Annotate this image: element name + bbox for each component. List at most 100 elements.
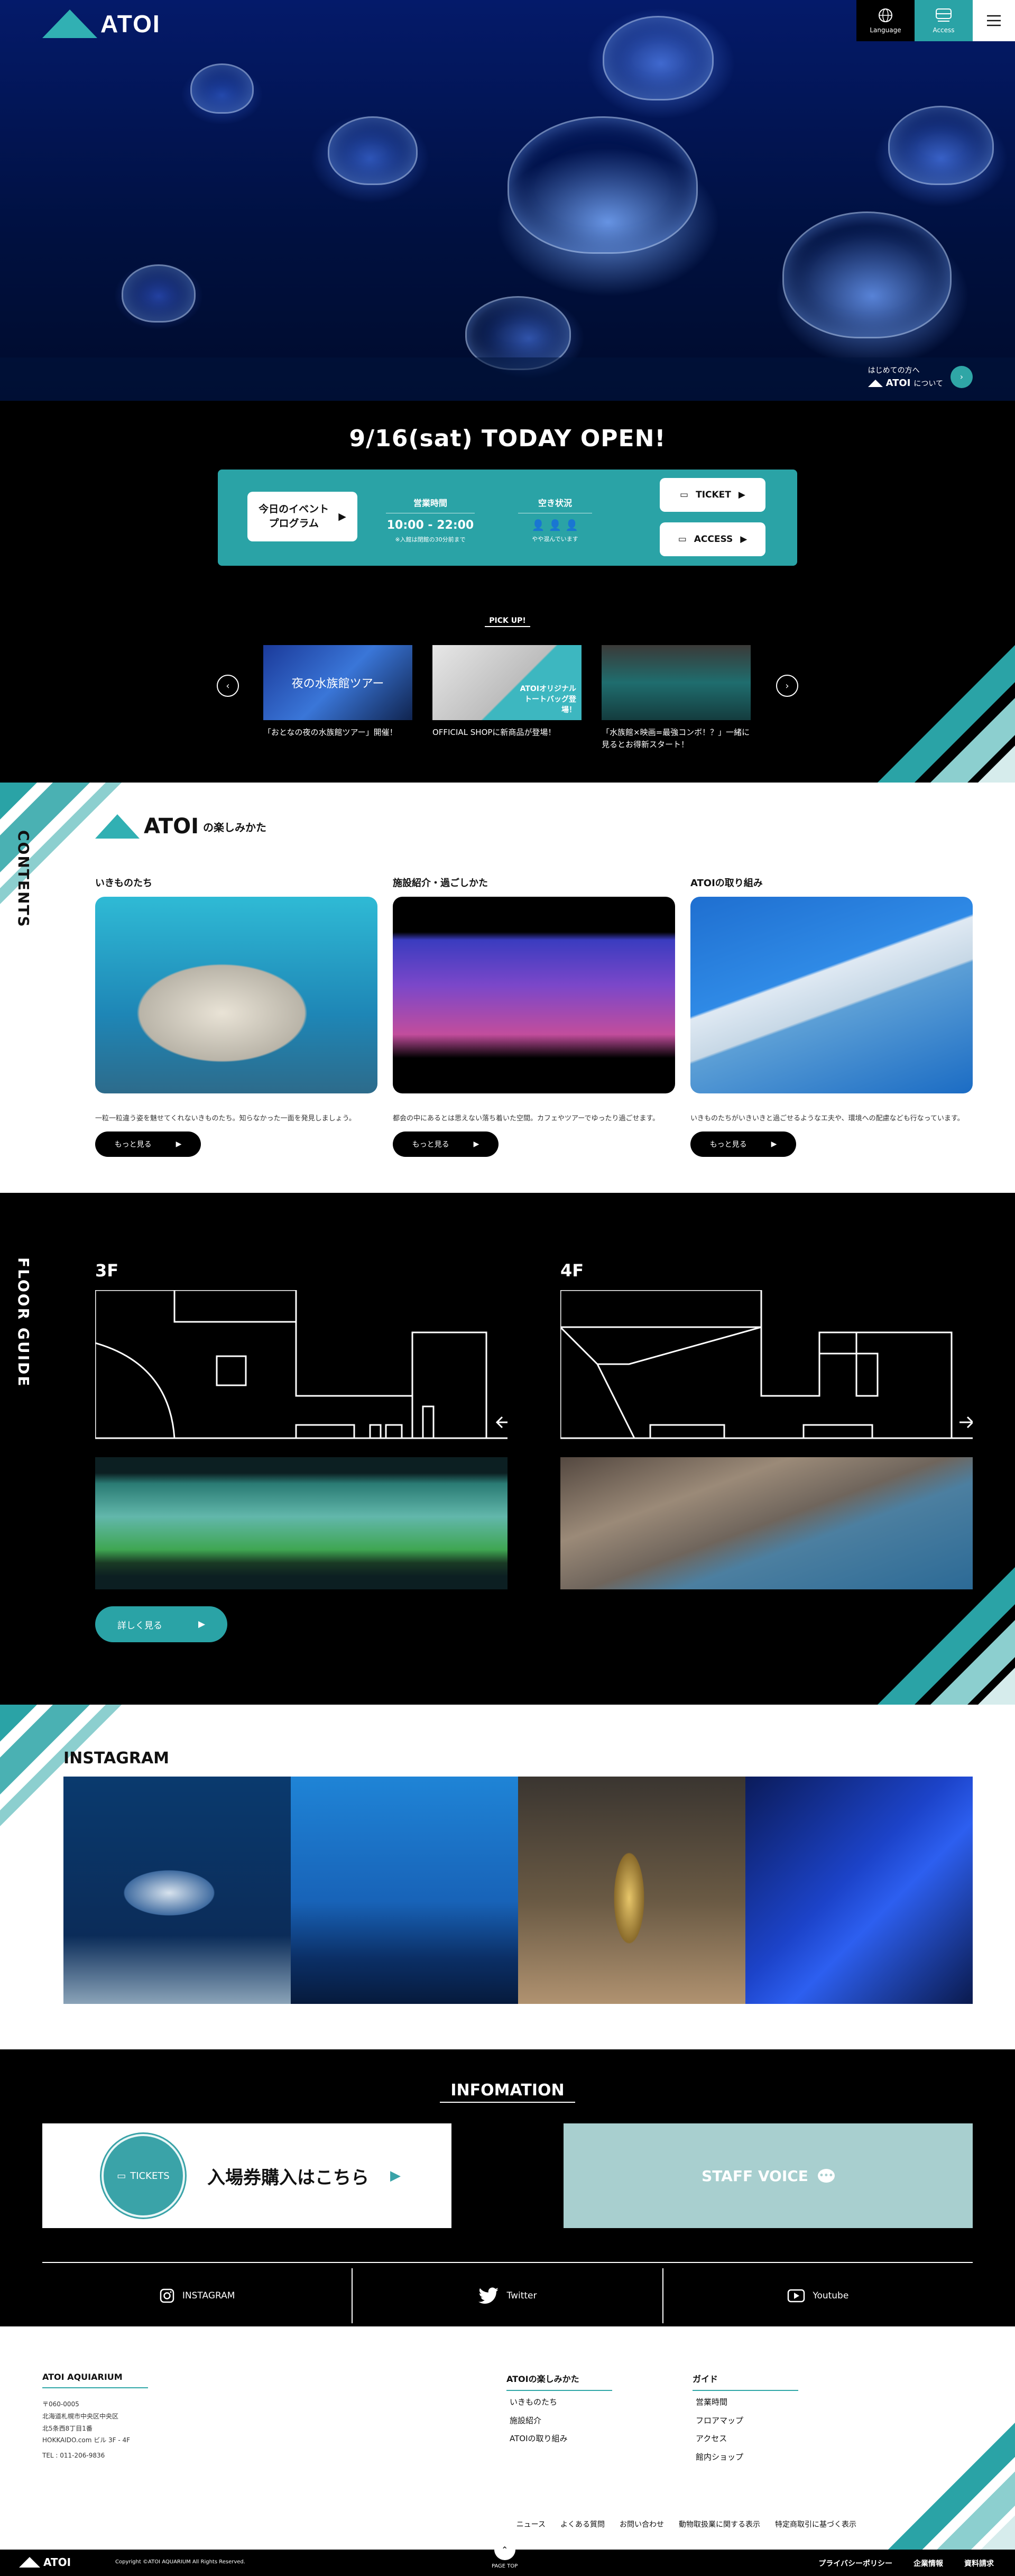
contents-title-logo: ATOI bbox=[144, 814, 199, 839]
logo-triangle-icon bbox=[868, 379, 883, 387]
footer-link[interactable]: 館内ショップ bbox=[696, 2448, 743, 2467]
footer-bottom-link[interactable]: よくある質問 bbox=[560, 2519, 605, 2529]
pickup-caption: OFFICIAL SHOPに新商品が登場！ bbox=[432, 728, 556, 737]
crowd-people-icon: 👤 👤 👤 bbox=[531, 519, 579, 531]
footer-bottom-link[interactable]: 動物取扱業に関する表示 bbox=[679, 2519, 760, 2529]
language-button[interactable]: Language bbox=[856, 0, 915, 41]
jellyfish-shape bbox=[190, 63, 254, 114]
pickup-image bbox=[602, 645, 751, 720]
footer-bottom-link[interactable]: お問い合わせ bbox=[620, 2519, 664, 2529]
floor-label-4f: 4F bbox=[560, 1261, 584, 1281]
ticket-icon: ▭ bbox=[117, 2170, 126, 2182]
legal-link[interactable]: 資料請求 bbox=[964, 2558, 994, 2569]
floor-guide-section: FLOOR GUIDE 3F 4F 詳しく見る ▶ bbox=[0, 1193, 1015, 1705]
footer-link[interactable]: 施設紹介 bbox=[510, 2412, 568, 2430]
logo-triangle-icon bbox=[95, 814, 140, 839]
pickup-next-button[interactable]: › bbox=[776, 675, 798, 697]
twitter-link[interactable]: Twitter bbox=[352, 2268, 662, 2323]
chevron-right-icon: › bbox=[785, 680, 789, 692]
footer-link[interactable]: アクセス bbox=[696, 2430, 743, 2448]
floor-label-3f: 3F bbox=[95, 1261, 119, 1281]
play-triangle-icon: ▶ bbox=[771, 1140, 777, 1148]
more-button[interactable]: もっと見る ▶ bbox=[393, 1131, 499, 1157]
hero-section: ATOI Language Access はじめての方へ ATOI について › bbox=[0, 0, 1015, 401]
pickup-label: PICK UP! bbox=[0, 615, 1015, 627]
ticket-label: TICKET bbox=[696, 490, 731, 500]
pickup-caption: 「水族館×映画=最強コンボ！？」一緒に見るとお得新スタート！ bbox=[602, 728, 750, 749]
play-triangle-icon: ▶ bbox=[198, 1619, 206, 1630]
card-text: いきものたちがいきいきと過ごせるようなエ夫や、環境への配慮なども行なっています。 bbox=[690, 1115, 964, 1123]
decorative-stripes bbox=[888, 2423, 1015, 2550]
legal-links: プライバシーポリシー 企業情報 資料請求 bbox=[818, 2558, 994, 2569]
floor-map-3f[interactable] bbox=[95, 1290, 508, 1443]
access-button[interactable]: Access bbox=[915, 0, 973, 41]
play-triangle-icon: ▶ bbox=[738, 490, 745, 500]
footer-bottom-link[interactable]: 特定商取引に基づく表示 bbox=[775, 2519, 856, 2529]
footer-bottom-link[interactable]: ニュース bbox=[516, 2519, 546, 2529]
legal-link[interactable]: プライバシーポリシー bbox=[818, 2558, 892, 2569]
footer-link[interactable]: フロアマップ bbox=[696, 2412, 743, 2430]
site-logo[interactable]: ATOI bbox=[42, 10, 161, 38]
jellyfish-shape bbox=[508, 116, 698, 254]
pickup-prev-button[interactable]: ‹ bbox=[217, 675, 239, 697]
page-top-button[interactable]: ⌃ PAGE TOP bbox=[492, 2539, 518, 2569]
contents-card-creatures: いきものたち 一粒一粒違う姿を魅せてくれないきものたち。知らなかった一面を発見し… bbox=[95, 876, 377, 1123]
event-program-button[interactable]: 今日のイベント プログラム ▶ bbox=[247, 492, 357, 541]
ticket-button[interactable]: ▭ TICKET ▶ bbox=[660, 478, 765, 512]
hamburger-icon bbox=[987, 15, 1001, 26]
copyright-text: Copyright ©ATOI AQUARIUM All Rights Rese… bbox=[115, 2559, 245, 2565]
language-label: Language bbox=[870, 26, 901, 34]
pickup-item[interactable]: 夜の水族館ツアー 「おとなの夜の水族館ツアー」開催！ bbox=[263, 645, 412, 739]
instagram-photo[interactable] bbox=[518, 1777, 745, 2004]
access-panel-button[interactable]: ▭ ACCESS ▶ bbox=[660, 522, 765, 556]
ticket-purchase-link[interactable]: ▭ TICKETS 入場券購入はこちら ▶ bbox=[42, 2123, 451, 2228]
seal-photo[interactable] bbox=[95, 897, 377, 1093]
floor-map-4f[interactable] bbox=[560, 1290, 973, 1443]
hours-value: 10:00 - 22:00 bbox=[386, 519, 474, 532]
information-section: INFOMATION ▭ TICKETS 入場券購入はこちら ▶ STAFF V… bbox=[0, 2049, 1015, 2326]
contents-title-suffix: の楽しみかた bbox=[203, 821, 267, 834]
floor-detail-button[interactable]: 詳しく見る ▶ bbox=[95, 1606, 227, 1642]
instagram-title: INSTAGRAM bbox=[63, 1749, 170, 1768]
instagram-link[interactable]: INSTAGRAM bbox=[42, 2268, 352, 2323]
instagram-photo[interactable] bbox=[63, 1777, 291, 2004]
footer-link[interactable]: いきものたち bbox=[510, 2393, 568, 2412]
jellyfish-shape bbox=[888, 106, 994, 185]
about-suffix: について bbox=[914, 379, 943, 388]
instagram-photo[interactable] bbox=[745, 1777, 973, 2004]
jellyfish-shape bbox=[122, 264, 196, 323]
instagram-photo[interactable] bbox=[291, 1777, 518, 2004]
play-triangle-icon: ▶ bbox=[473, 1140, 479, 1148]
play-triangle-icon: ▶ bbox=[176, 1140, 182, 1148]
contents-card-efforts: ATOIの取り組み いきものたちがいきいきと過ごせるようなエ夫や、環境への配慮な… bbox=[690, 876, 973, 1123]
floor-photo-3f[interactable] bbox=[95, 1457, 508, 1589]
footer-logo[interactable]: ATOI bbox=[19, 2556, 71, 2569]
pickup-image: 夜の水族館ツアー bbox=[263, 645, 412, 720]
play-triangle-icon: ▶ bbox=[740, 534, 748, 545]
more-button[interactable]: もっと見る ▶ bbox=[95, 1131, 201, 1157]
footer-link[interactable]: ATOIの取り組み bbox=[510, 2430, 568, 2448]
youtube-link[interactable]: Youtube bbox=[662, 2268, 973, 2323]
play-triangle-icon: ▶ bbox=[338, 510, 346, 522]
arrow-right-icon: › bbox=[951, 365, 973, 388]
menu-button[interactable] bbox=[973, 0, 1015, 41]
staff-voice-link[interactable]: STAFF VOICE ••• bbox=[564, 2123, 973, 2228]
today-title: 9/16(sat) TODAY OPEN! bbox=[349, 425, 666, 452]
tickets-badge: ▭ TICKETS bbox=[102, 2134, 185, 2218]
pickup-item[interactable]: 「水族館×映画=最強コンボ！？」一緒に見るとお得新スタート！ bbox=[602, 645, 751, 750]
hours-label: 営業時間 bbox=[386, 496, 475, 513]
legal-link[interactable]: 企業情報 bbox=[914, 2558, 943, 2569]
card-label: いきものたち bbox=[95, 878, 152, 889]
card-text: 都会の中にあるとは思えない落ち着いた空間。カフェやツアーでゆったり過ごせます。 bbox=[393, 1115, 660, 1123]
decorative-stripes bbox=[878, 645, 1015, 783]
aquarium-tunnel-photo[interactable] bbox=[393, 897, 675, 1093]
building-photo[interactable] bbox=[690, 897, 973, 1093]
more-button[interactable]: もっと見る ▶ bbox=[690, 1131, 796, 1157]
play-triangle-icon: ▶ bbox=[390, 2168, 401, 2184]
footer-col1-links: いきものたち 施設紹介 ATOIの取り組み bbox=[510, 2393, 568, 2448]
about-atoi-link[interactable]: はじめての方へ ATOI について › bbox=[868, 365, 973, 389]
pickup-item[interactable]: ATOIオリジナル トートバッグ登場！ OFFICIAL SHOPに新商品が登場… bbox=[432, 645, 582, 739]
footer-link[interactable]: 営業時間 bbox=[696, 2393, 743, 2412]
floor-guide-vertical-label: FLOOR GUIDE bbox=[15, 1257, 32, 1388]
social-links: INSTAGRAM Twitter Youtube bbox=[42, 2262, 973, 2325]
